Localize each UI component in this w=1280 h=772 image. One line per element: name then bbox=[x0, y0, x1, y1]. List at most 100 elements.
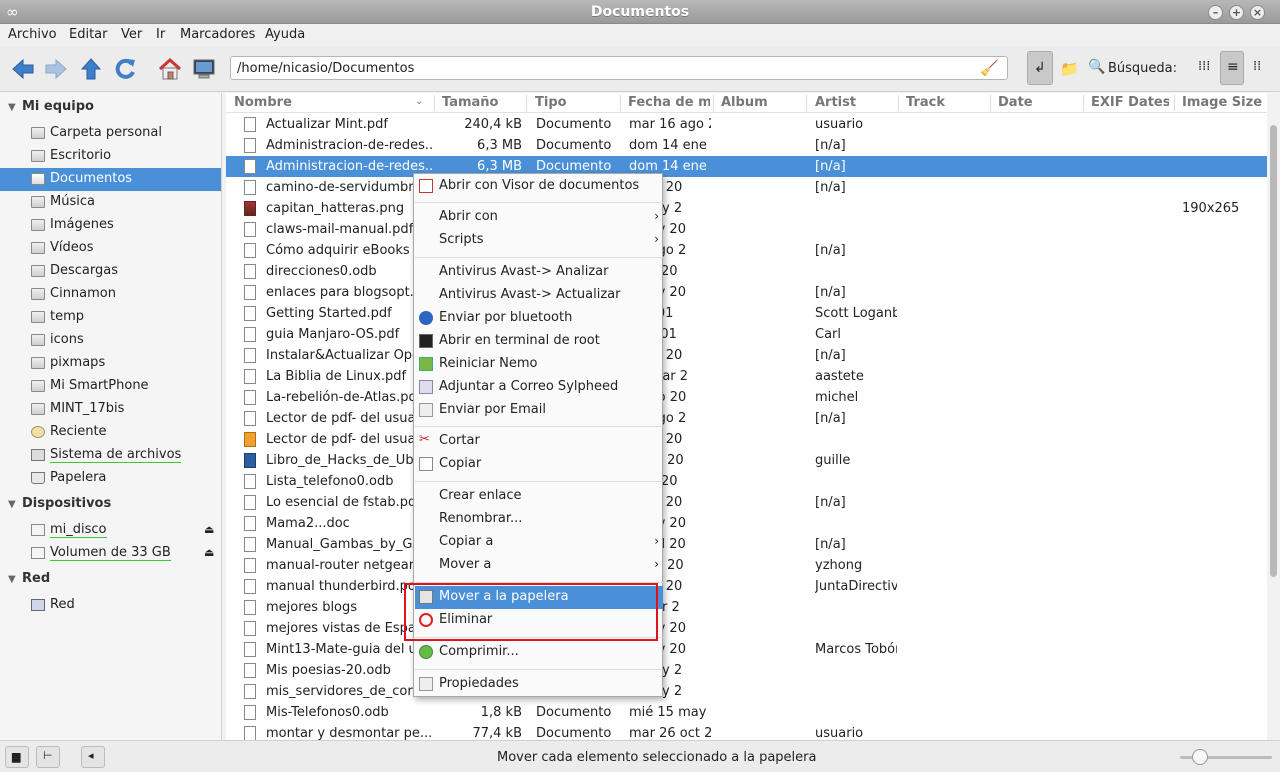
file-row[interactable]: montar y desmontar pe... 77,4 kB Documento… bbox=[226, 723, 1267, 740]
file-row[interactable]: manual thunderbird.pdf3 oct 20JuntaDirec… bbox=[226, 576, 1267, 597]
sidebar-item-red[interactable]: Red bbox=[0, 594, 221, 617]
file-row[interactable]: mejores vistas de España3 nov 20 bbox=[226, 618, 1267, 639]
computer-icon[interactable] bbox=[191, 56, 217, 82]
menu-item-avast-actualizar[interactable]: Antivirus Avast-> Actualizar bbox=[415, 284, 663, 307]
file-row[interactable]: Mama2...doc6 nov 20 bbox=[226, 513, 1267, 534]
menu-editar[interactable]: Editar bbox=[69, 27, 108, 42]
sidebar-item-sistema-de-archivos[interactable]: Sistema de archivos bbox=[0, 444, 221, 467]
close-button[interactable]: × bbox=[1250, 5, 1265, 20]
file-row[interactable]: Cómo adquirir eBooks e...01 ago 2[n/a] bbox=[226, 240, 1267, 261]
column-image-size[interactable]: Image Size bbox=[1182, 95, 1267, 110]
sidebar-item-volumen-33gb[interactable]: Volumen de 33 GB ⏏ bbox=[0, 542, 221, 565]
file-row[interactable]: Lista_telefono0.odb3 jul 20 bbox=[226, 471, 1267, 492]
file-row[interactable]: capitan_hatteras.png5 may 2190x265 bbox=[226, 198, 1267, 219]
compact-view-button[interactable]: ⁞⁞ bbox=[1248, 51, 1272, 85]
reload-icon[interactable] bbox=[112, 56, 138, 82]
file-row[interactable]: Lector de pdf- del usuari01 ago 2[n/a] bbox=[226, 408, 1267, 429]
file-row[interactable]: mis_servidores_de_corre1 may 2 bbox=[226, 681, 1267, 702]
hide-sidebar-button[interactable]: ◂ bbox=[81, 746, 105, 768]
menu-ir[interactable]: Ir bbox=[156, 27, 165, 42]
show-tree-button[interactable]: ⊢ bbox=[36, 746, 60, 768]
sidebar-item-pixmaps[interactable]: pixmaps bbox=[0, 352, 221, 375]
sidebar-item-descargas[interactable]: Descargas bbox=[0, 260, 221, 283]
vertical-scrollbar[interactable] bbox=[1267, 93, 1280, 740]
menu-item-enviar-email[interactable]: Enviar por Email bbox=[415, 399, 663, 422]
menu-item-propiedades[interactable]: Propiedades bbox=[415, 673, 663, 696]
sidebar-item-mi-disco[interactable]: mi_disco ⏏ bbox=[0, 519, 221, 542]
menu-item-renombrar[interactable]: Renombrar... bbox=[415, 508, 663, 531]
sidebar-item-escritorio[interactable]: Escritorio bbox=[0, 145, 221, 168]
sidebar-item-icons[interactable]: icons bbox=[0, 329, 221, 352]
zoom-slider-handle[interactable] bbox=[1192, 749, 1208, 765]
search-icon[interactable]: 🔍 bbox=[1088, 59, 1105, 75]
menu-item-cortar[interactable]: ✂ Cortar bbox=[415, 430, 663, 453]
section-mi-equipo[interactable]: ▼ Mi equipo bbox=[8, 99, 94, 114]
file-row[interactable]: mejores blogs5 mar 2 bbox=[226, 597, 1267, 618]
minimize-button[interactable]: – bbox=[1208, 5, 1223, 20]
column-tamano[interactable]: Tamaño bbox=[442, 95, 522, 110]
file-row[interactable]: manual-router netgear.pc6 abr 20yzhong bbox=[226, 555, 1267, 576]
menu-ver[interactable]: Ver bbox=[121, 27, 142, 42]
search-label[interactable]: Búsqueda: bbox=[1108, 61, 1177, 76]
file-row[interactable]: Lector de pdf- del usuari1 oct 20 bbox=[226, 429, 1267, 450]
file-row[interactable]: Instalar&Actualizar Open3 oct 20[n/a] bbox=[226, 345, 1267, 366]
menu-item-abrir-con[interactable]: Abrir con › bbox=[415, 206, 663, 229]
file-row[interactable]: direcciones0.odb3 jul 20 bbox=[226, 261, 1267, 282]
column-artist[interactable]: Artist bbox=[815, 95, 895, 110]
menu-marcadores[interactable]: Marcadores bbox=[180, 27, 255, 42]
file-row[interactable]: Administracion-de-redes... 6,3 MB Document… bbox=[226, 156, 1267, 177]
menu-item-mover-a[interactable]: Mover a › bbox=[415, 554, 663, 577]
file-row[interactable]: La Biblia de Linux.pdf27 mar 2aastete bbox=[226, 366, 1267, 387]
menu-item-terminal-root[interactable]: Abrir en terminal de root bbox=[415, 330, 663, 353]
sidebar-item-reciente[interactable]: Reciente bbox=[0, 421, 221, 444]
sidebar-item-mi-smartphone[interactable]: Mi SmartPhone bbox=[0, 375, 221, 398]
back-arrow-icon[interactable] bbox=[10, 56, 36, 82]
file-row[interactable]: enlaces para blogsopt.pc7 nov 20[n/a] bbox=[226, 282, 1267, 303]
sidebar-item-documentos[interactable]: Documentos bbox=[0, 168, 221, 191]
column-exif-datestamp[interactable]: EXIF Datest bbox=[1091, 95, 1169, 110]
scrollbar-thumb[interactable] bbox=[1270, 125, 1277, 577]
file-row[interactable]: Administracion-de-redes... 6,3 MB Document… bbox=[226, 135, 1267, 156]
menu-archivo[interactable]: Archivo bbox=[8, 27, 57, 42]
sidebar-item-imagenes[interactable]: Imágenes bbox=[0, 214, 221, 237]
menu-item-abrir-con-visor[interactable]: Abrir con Visor de documentos bbox=[415, 175, 663, 198]
column-album[interactable]: Album bbox=[721, 95, 801, 110]
list-view-button[interactable]: ≡ bbox=[1220, 51, 1244, 85]
menu-item-enviar-bluetooth[interactable]: Enviar por bluetooth bbox=[415, 307, 663, 330]
toggle-location-button[interactable]: ↲ bbox=[1027, 51, 1053, 85]
eject-icon[interactable]: ⏏ bbox=[204, 546, 214, 559]
file-row[interactable]: claws-mail-manual.pdf2 nov 20 bbox=[226, 219, 1267, 240]
menu-item-reiniciar-nemo[interactable]: Reiniciar Nemo bbox=[415, 353, 663, 376]
menu-item-adjuntar-sylpheed[interactable]: Adjuntar a Correo Sylpheed bbox=[415, 376, 663, 399]
sidebar-item-temp[interactable]: temp bbox=[0, 306, 221, 329]
menu-ayuda[interactable]: Ayuda bbox=[265, 27, 305, 42]
clear-icon[interactable]: 🧹 bbox=[980, 59, 999, 77]
file-row[interactable]: Lo esencial de fstab.pdf3 oct 20[n/a] bbox=[226, 492, 1267, 513]
column-fecha[interactable]: Fecha de m bbox=[628, 95, 710, 110]
sidebar-item-musica[interactable]: Música bbox=[0, 191, 221, 214]
column-nombre[interactable]: Nombre bbox=[234, 95, 414, 110]
sidebar-item-mint-17bis[interactable]: MINT_17bis bbox=[0, 398, 221, 421]
file-row[interactable]: Libro_de_Hacks_de_Ubu3 abr 20guille bbox=[226, 450, 1267, 471]
home-icon[interactable] bbox=[157, 56, 183, 82]
menu-item-copiar[interactable]: Copiar bbox=[415, 453, 663, 476]
show-places-button[interactable]: ▆ bbox=[5, 746, 29, 768]
file-row[interactable]: Actualizar Mint.pdf 240,4 kB Documento mar … bbox=[226, 114, 1267, 135]
file-list[interactable]: Nombre ⌄ Tamaño Tipo Fecha de m Album Ar… bbox=[226, 93, 1267, 740]
forward-arrow-icon[interactable] bbox=[43, 56, 69, 82]
menu-item-comprimir[interactable]: Comprimir... bbox=[415, 641, 663, 664]
section-red[interactable]: ▼ Red bbox=[8, 571, 50, 586]
file-row[interactable]: La-rebelión-de-Atlas.pdf1 ago 20michel bbox=[226, 387, 1267, 408]
column-date[interactable]: Date bbox=[998, 95, 1078, 110]
location-bar[interactable]: /home/nicasio/Documentos 🧹 bbox=[230, 56, 1008, 80]
section-dispositivos[interactable]: ▼ Dispositivos bbox=[8, 496, 111, 511]
icon-view-button[interactable]: ⁞⁞⁞ bbox=[1193, 51, 1217, 85]
up-arrow-icon[interactable] bbox=[78, 56, 104, 82]
maximize-button[interactable]: + bbox=[1229, 5, 1244, 20]
file-row[interactable]: camino-de-servidumbre-3 oct 20[n/a] bbox=[226, 177, 1267, 198]
file-row[interactable]: guia Manjaro-OS.pdfdic 201Carl bbox=[226, 324, 1267, 345]
eject-icon[interactable]: ⏏ bbox=[204, 523, 214, 536]
menu-item-copiar-a[interactable]: Copiar a › bbox=[415, 531, 663, 554]
menu-item-scripts[interactable]: Scripts › bbox=[415, 229, 663, 252]
sidebar-item-papelera[interactable]: Papelera bbox=[0, 467, 221, 490]
